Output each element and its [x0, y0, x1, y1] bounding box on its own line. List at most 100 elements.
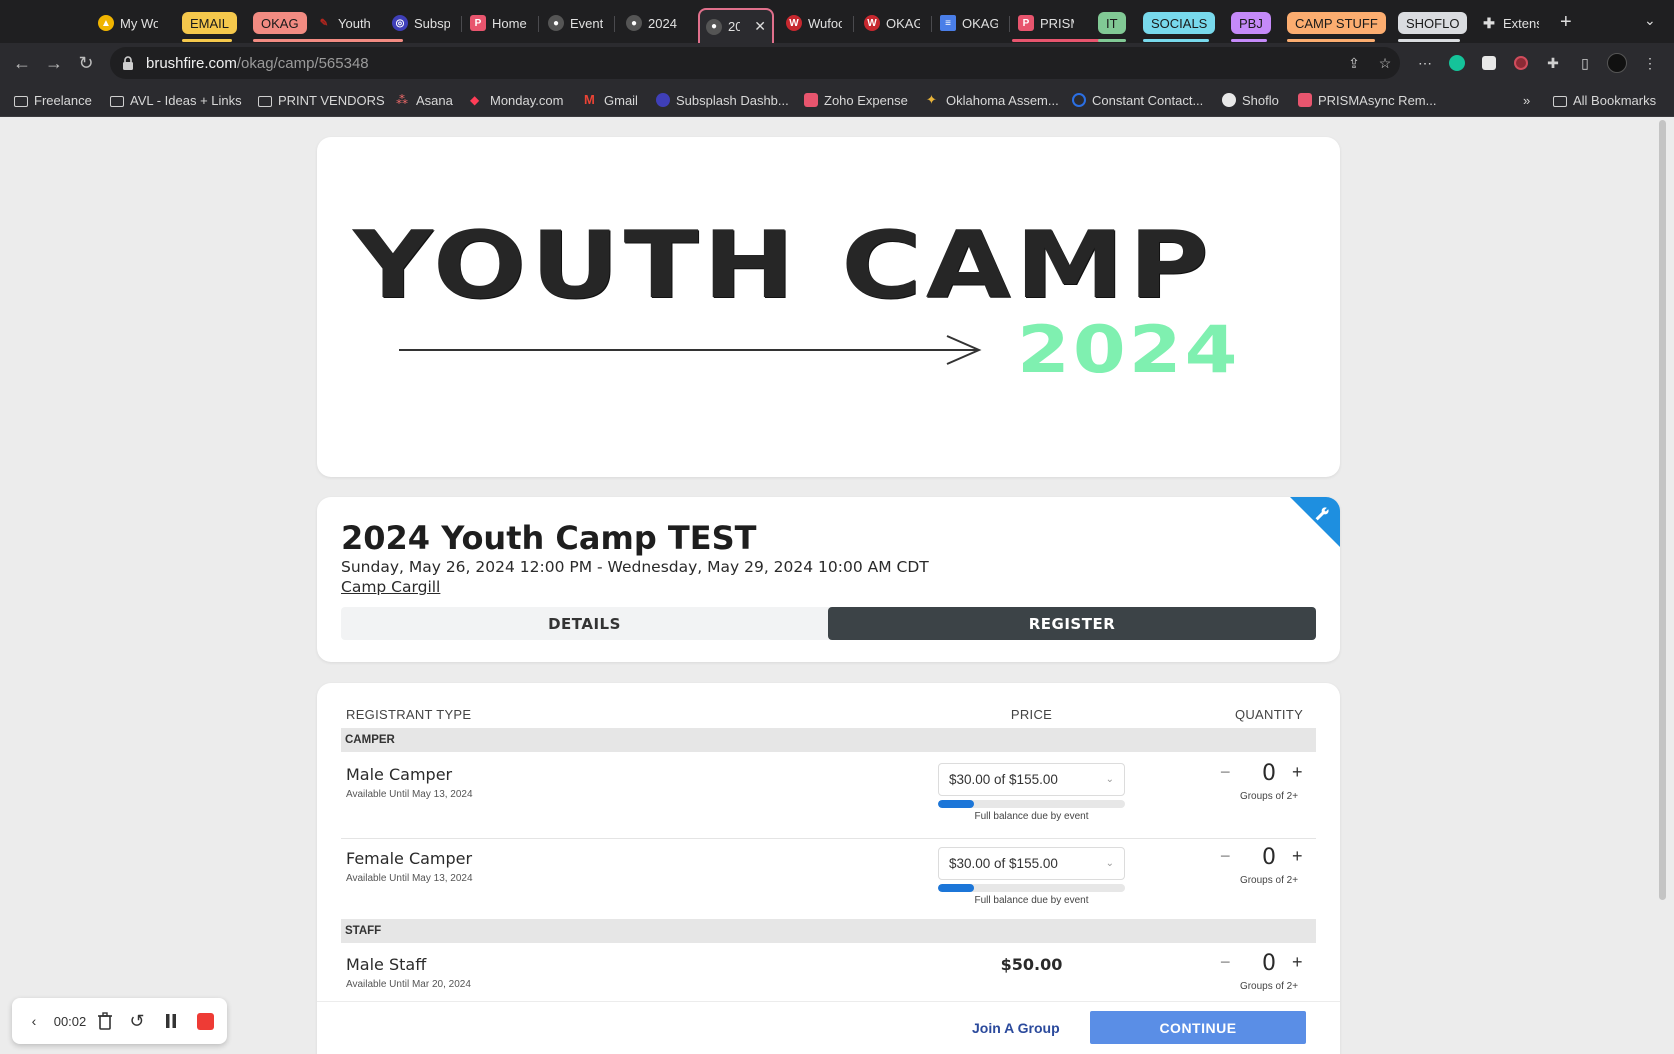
tab-subsplash[interactable]: ◎ Subsp: [386, 9, 456, 37]
bookmark-avl-ideas[interactable]: AVL - Ideas + Links: [110, 90, 242, 110]
gmail-icon: M: [584, 92, 595, 107]
tab-home[interactable]: P Home: [464, 9, 534, 37]
admin-wrench-icon[interactable]: [1290, 497, 1340, 547]
screen-recorder-widget: ‹ 00:02 ↺: [12, 998, 227, 1044]
tab-okag-wufoo[interactable]: W OKAG: [858, 9, 926, 37]
bookmark-gmail[interactable]: M Gmail: [584, 90, 638, 110]
tab-group-okag[interactable]: OKAG: [253, 12, 307, 34]
bookmark-asana[interactable]: ⁂ Asana: [396, 90, 453, 110]
balance-note: Full balance due by event: [974, 895, 1089, 906]
profile-avatar-icon[interactable]: [1607, 53, 1627, 73]
bookmark-monday[interactable]: ◆ Monday.com: [470, 90, 563, 110]
tab-extensions[interactable]: ✚ Extens: [1475, 9, 1545, 37]
record-extension-icon[interactable]: [1511, 53, 1531, 73]
quantity-value: 0: [1262, 761, 1276, 786]
bookmark-freelance[interactable]: Freelance: [14, 90, 92, 110]
quantity-increment-button[interactable]: +: [1292, 846, 1303, 867]
chevron-down-icon: ⌄: [1105, 858, 1114, 869]
quantity-decrement-button[interactable]: −: [1220, 952, 1231, 973]
bookmark-oklahoma-assembly[interactable]: ✦ Oklahoma Assem...: [926, 90, 1059, 110]
banner-year: 2024: [1017, 310, 1241, 388]
bookmarks-overflow-icon[interactable]: »: [1523, 90, 1530, 110]
lock-icon: [122, 56, 136, 70]
quantity-value: 0: [1262, 845, 1276, 870]
tab-event[interactable]: ● Event: [542, 9, 610, 37]
bookmark-shoflo[interactable]: Shoflo: [1222, 90, 1279, 110]
bookmark-subsplash[interactable]: Subsplash Dashb...: [656, 90, 789, 110]
tab-group-okag-underline: [253, 39, 403, 42]
tab-group-it[interactable]: IT: [1098, 12, 1126, 34]
address-bar[interactable]: brushfire.com/okag/camp/565348: [110, 47, 1400, 79]
new-tab-icon[interactable]: +: [1560, 11, 1572, 34]
puzzle-icon[interactable]: ✚: [1543, 53, 1563, 73]
share-icon[interactable]: ⇪: [1344, 53, 1364, 73]
tab-group-socials[interactable]: SOCIALS: [1143, 12, 1216, 34]
bookmark-zoho-expense[interactable]: Zoho Expense: [804, 90, 908, 110]
stop-recording-icon[interactable]: [194, 1010, 216, 1032]
column-header-price: PRICE: [1010, 707, 1053, 722]
chevron-left-icon[interactable]: ‹: [26, 1010, 42, 1032]
tab-separator: [461, 16, 462, 32]
tab-group-camp-stuff[interactable]: CAMP STUFF: [1287, 12, 1386, 34]
tab-details[interactable]: DETAILS: [341, 607, 828, 640]
event-venue-link[interactable]: Camp Cargill: [341, 578, 440, 596]
tab-separator: [1009, 16, 1010, 32]
prisma-icon: P: [470, 15, 486, 31]
folder-icon: [258, 95, 272, 107]
price-select-female-camper[interactable]: $30.00 of $155.00 ⌄: [938, 847, 1125, 880]
trash-icon[interactable]: [94, 1010, 116, 1032]
price-select-male-camper[interactable]: $30.00 of $155.00 ⌄: [938, 763, 1125, 796]
tab-group-shoflo[interactable]: SHOFLO: [1398, 12, 1468, 34]
bookmark-star-icon[interactable]: ☆: [1375, 53, 1395, 73]
globe-icon: [1222, 93, 1236, 107]
registrant-availability: Available Until May 13, 2024: [346, 789, 473, 800]
quantity-decrement-button[interactable]: −: [1220, 762, 1231, 783]
restart-icon[interactable]: ↺: [126, 1010, 148, 1032]
side-panel-icon[interactable]: ▯: [1575, 53, 1595, 73]
bookmark-prismasync[interactable]: PRISMAsync Rem...: [1298, 90, 1436, 110]
reload-icon[interactable]: ↻: [74, 51, 98, 75]
page-scrollbar[interactable]: [1659, 120, 1666, 900]
tab-2024[interactable]: ● 2024: [620, 9, 692, 37]
wufoo-icon: W: [786, 15, 802, 31]
pause-icon[interactable]: [160, 1010, 182, 1032]
tab-active-brushfire[interactable]: ● 20 ✕: [698, 8, 774, 43]
folder-icon: [110, 95, 124, 107]
tab-group-camp-stuff-underline: [1287, 39, 1375, 42]
constant-contact-icon: [1072, 93, 1086, 107]
tab-separator: [853, 16, 854, 32]
quantity-increment-button[interactable]: +: [1292, 952, 1303, 973]
registration-card: REGISTRANT TYPE PRICE QUANTITY CAMPER Ma…: [317, 683, 1340, 1054]
kebab-menu-icon[interactable]: ⋮: [1640, 53, 1660, 73]
extension-dots-icon[interactable]: ⋯: [1415, 53, 1435, 73]
registrant-type-name: Female Camper: [346, 849, 473, 868]
extension-icon[interactable]: [1479, 53, 1499, 73]
monday-icon: ◆: [470, 93, 480, 107]
quantity-increment-button[interactable]: +: [1292, 762, 1303, 783]
tab-register[interactable]: REGISTER: [828, 607, 1316, 640]
bookmark-print-vendors[interactable]: PRINT VENDORS: [258, 90, 385, 110]
back-icon[interactable]: ←: [10, 51, 34, 75]
registrant-availability: Available Until May 13, 2024: [346, 873, 473, 884]
chevron-down-icon[interactable]: ⌄: [1644, 12, 1656, 29]
grammarly-icon[interactable]: [1447, 53, 1467, 73]
tab-group-pbj[interactable]: PBJ: [1231, 12, 1271, 34]
close-icon[interactable]: ✕: [754, 18, 766, 35]
quantity-decrement-button[interactable]: −: [1220, 846, 1231, 867]
tab-prisma[interactable]: P PRISM: [1012, 9, 1080, 37]
bookmark-all-bookmarks[interactable]: All Bookmarks: [1553, 90, 1656, 110]
column-header-registrant-type: REGISTRANT TYPE: [346, 707, 472, 722]
event-info-card: 2024 Youth Camp TEST Sunday, May 26, 202…: [317, 497, 1340, 662]
tab-my-work[interactable]: ▲ My Wo: [92, 9, 164, 37]
tab-wufoo[interactable]: W Wufoo: [780, 9, 848, 37]
join-group-link[interactable]: Join A Group: [972, 1020, 1060, 1036]
oklahoma-icon: ✦: [926, 92, 937, 107]
event-title: 2024 Youth Camp TEST: [341, 519, 757, 557]
tab-youth[interactable]: ✎ Youth: [310, 9, 380, 37]
bookmark-constant-contact[interactable]: Constant Contact...: [1072, 90, 1203, 110]
tab-group-email[interactable]: EMAIL: [182, 12, 238, 34]
tab-group-it-underline: [1098, 39, 1126, 42]
tab-okag-docs[interactable]: ≡ OKAG: [934, 9, 1004, 37]
continue-button[interactable]: CONTINUE: [1090, 1011, 1306, 1044]
forward-icon[interactable]: →: [42, 51, 66, 75]
